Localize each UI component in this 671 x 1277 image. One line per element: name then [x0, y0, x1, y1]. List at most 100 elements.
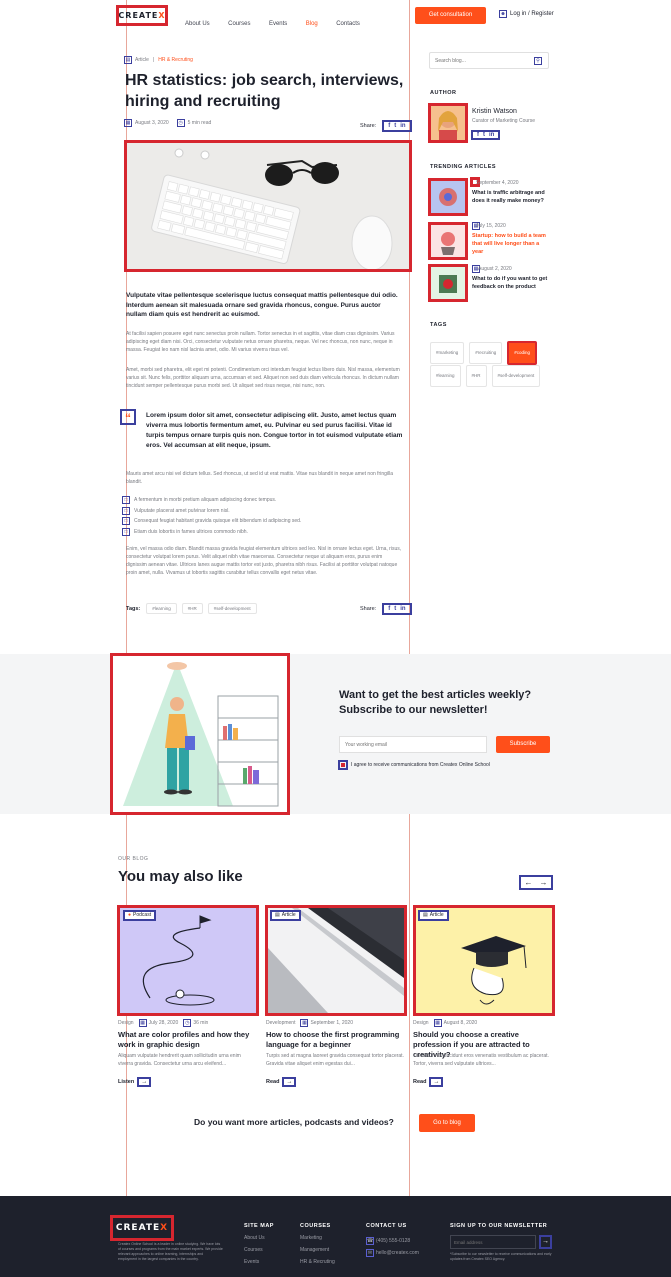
linkedin-icon[interactable]: in [400, 606, 405, 612]
get-consultation-button[interactable]: Get consultation [415, 7, 486, 24]
tag[interactable]: #self-development [491, 365, 541, 387]
newsletter-title: Want to get the best articles weekly? Su… [339, 689, 532, 716]
arrow-right-icon: → [429, 1077, 444, 1087]
author-name[interactable]: Kristin Watson [472, 108, 517, 115]
newsletter-section [0, 654, 671, 814]
newsletter-email-input[interactable] [339, 736, 487, 753]
related-card-image[interactable] [120, 908, 256, 1013]
card-title[interactable]: How to choose the first programming lang… [266, 1030, 406, 1050]
microphone-icon: ● [128, 912, 132, 918]
footer-email[interactable]: hello@createx.com [376, 1250, 419, 1256]
search-icon[interactable]: ⚲ [534, 56, 542, 65]
trending-thumbnail[interactable] [431, 181, 465, 213]
footer-phone[interactable]: (405) 555-0128 [376, 1238, 410, 1244]
tag[interactable]: #learning [430, 365, 461, 387]
author-role: Curator of Marketing Course [472, 118, 536, 124]
related-heading: You may also like [118, 868, 243, 885]
subscribe-button[interactable]: Subscribe [496, 736, 550, 753]
footer-logo[interactable]: CREATE X [113, 1217, 171, 1239]
footer-link[interactable]: About Us [244, 1235, 274, 1247]
tags-heading: TAGS [430, 322, 447, 328]
tag-active[interactable]: #coding [507, 341, 538, 365]
nav-blog[interactable]: Blog [306, 21, 318, 27]
share-label: Share: [360, 123, 377, 129]
calendar-icon: ▦ [138, 1019, 147, 1027]
calendar-icon: ▦ [433, 1019, 442, 1027]
card-excerpt: Turpis sed at magna laoreet gravida cons… [266, 1053, 404, 1067]
arrow-left-icon[interactable]: ← [525, 878, 533, 887]
share-label: Share: [360, 606, 377, 612]
trending-title[interactable]: Startup: how to build a team that will l… [472, 232, 552, 256]
share-bottom: Share: f t in [360, 603, 412, 615]
card-title[interactable]: What are color profiles and how they wor… [118, 1030, 258, 1050]
phone-icon: ☎ [366, 1237, 374, 1245]
article-date-row: ▦ August 3, 2020 ◷ 5 min read [124, 119, 211, 127]
footer-link[interactable]: Marketing [300, 1235, 335, 1247]
arrow-right-icon[interactable]: → [540, 878, 548, 887]
footer-email-input[interactable] [450, 1235, 536, 1249]
tag[interactable]: #self-development [207, 603, 257, 614]
tag[interactable]: #HR [181, 603, 203, 614]
nav-courses[interactable]: Courses [228, 21, 250, 27]
consent-label: I agree to receive communications from C… [351, 762, 490, 768]
article-date: August 3, 2020 [135, 120, 169, 126]
footer-link[interactable]: Events [244, 1259, 274, 1271]
footer-contact-heading: CONTACT US [366, 1223, 407, 1229]
author-avatar [431, 106, 465, 140]
article-title: HR statistics: job search, interviews, h… [125, 72, 404, 110]
card-meta: Development ▦ September 1, 2020 [266, 1019, 353, 1027]
nav-about[interactable]: About Us [185, 21, 210, 27]
send-arrow-icon[interactable]: → [539, 1235, 552, 1249]
trending-title[interactable]: What to do if you want to get feedback o… [472, 275, 548, 291]
tag[interactable]: #HR [465, 365, 487, 387]
consent-checkbox[interactable] [338, 760, 348, 770]
footer [0, 1196, 671, 1277]
card-badge: ▤ Article [270, 910, 301, 921]
facebook-icon[interactable]: f [388, 123, 390, 129]
facebook-icon[interactable]: f [477, 132, 479, 138]
footer-link[interactable]: Courses [244, 1247, 274, 1259]
article-category: Article [135, 57, 149, 63]
list-item: □ Consequat feugiat habitant gravida quis… [122, 516, 402, 527]
article-meta: ▤ Article | HR & Recruting [124, 56, 193, 64]
footer-sitemap: SITE MAP About Us Courses Events [244, 1223, 274, 1271]
twitter-icon[interactable]: t [394, 123, 396, 129]
tag[interactable]: #learning [146, 603, 177, 614]
trending-thumbnail[interactable] [431, 267, 465, 299]
search-input[interactable] [430, 57, 530, 64]
twitter-icon[interactable]: t [394, 606, 396, 612]
linkedin-icon[interactable]: in [489, 132, 494, 138]
card-action[interactable]: Listen → [118, 1077, 152, 1087]
article-paragraph-3: Mauris amet arcu nisi vel dictum tellus.… [126, 471, 393, 485]
facebook-icon[interactable]: f [388, 606, 390, 612]
card-excerpt: Curabitur nisi tincidunt eros venenatis … [413, 1053, 549, 1067]
twitter-icon[interactable]: t [483, 132, 485, 138]
logo[interactable]: CREATE X [118, 7, 166, 24]
calendar-icon: ▦ [124, 119, 132, 127]
trending-thumbnail[interactable] [431, 225, 465, 257]
related-card-image[interactable] [268, 908, 404, 1013]
card-action[interactable]: Read → [413, 1077, 444, 1087]
footer-newsletter-heading: SIGN UP TO OUR NEWSLETTER [450, 1223, 548, 1229]
more-content-text: Do you want more articles, podcasts and … [194, 1117, 394, 1127]
logo-text: CREATE [118, 11, 159, 20]
card-badge: ▤ Article [418, 910, 449, 921]
nav-contacts[interactable]: Contacts [336, 21, 360, 27]
login-link[interactable]: ☻ Log in / Register [499, 10, 554, 18]
related-card-image[interactable] [416, 908, 552, 1013]
file-icon: ▤ [423, 912, 428, 918]
tag[interactable]: #marketing [430, 342, 465, 364]
list-item: □ Vulputate placerat amet pulvinar lorem … [122, 506, 402, 517]
trending-title[interactable]: What is traffic arbitrage and does it re… [472, 189, 548, 205]
go-to-blog-button[interactable]: Go to blog [419, 1114, 475, 1132]
nav-events[interactable]: Events [269, 21, 287, 27]
article-lead: Vulputate vitae pellentesque scelerisque… [126, 292, 398, 318]
tag[interactable]: #recruiting [469, 342, 503, 364]
footer-link[interactable]: Management [300, 1247, 335, 1259]
share-top: Share: f t in [360, 120, 412, 132]
footer-link[interactable]: HR & Recruting [300, 1259, 335, 1271]
footer-courses-heading: COURSES [300, 1223, 331, 1229]
article-topic[interactable]: HR & Recruting [158, 57, 193, 63]
card-action[interactable]: Read → [266, 1077, 297, 1087]
linkedin-icon[interactable]: in [400, 123, 405, 129]
